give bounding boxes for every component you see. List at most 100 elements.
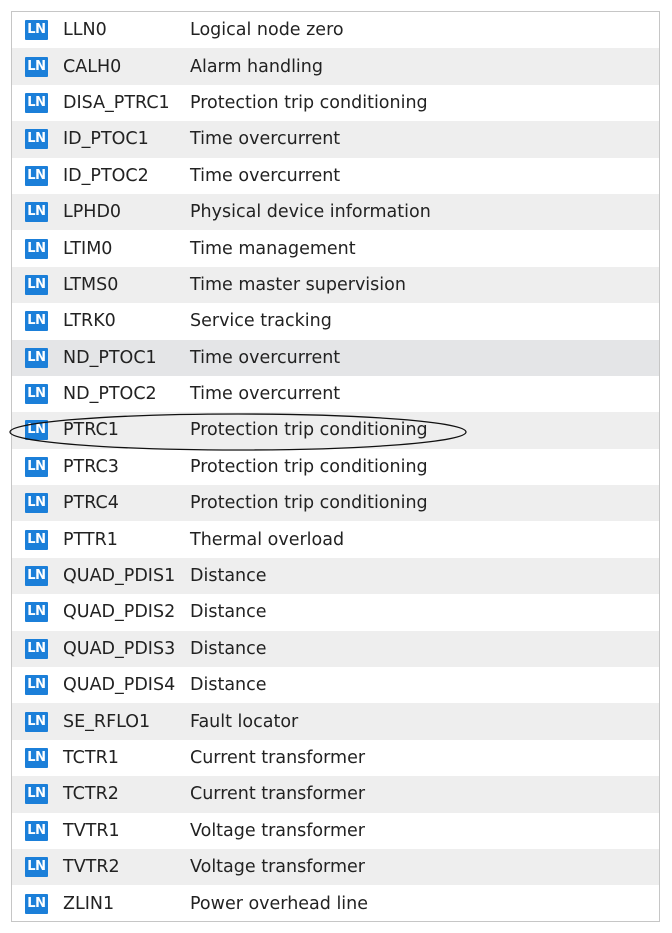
list-item[interactable]: LN TVTR2 Voltage transformer [12,848,659,886]
logical-node-icon: LN [25,384,48,405]
list-item[interactable]: LN QUAD_PDIS3 Distance [12,630,659,668]
node-name: QUAD_PDIS4 [63,675,176,696]
node-description: Current transformer [190,784,366,805]
node-name: ZLIN1 [63,893,115,914]
node-name: PTRC4 [63,493,119,514]
node-name: ID_PTOC1 [63,129,149,150]
list-item[interactable]: LN QUAD_PDIS4 Distance [12,667,659,703]
node-name: LTRK0 [63,311,116,332]
node-name: CALH0 [63,56,122,77]
node-description: Protection trip conditioning [190,456,428,477]
list-item[interactable]: LN ID_PTOC2 Time overcurrent [12,158,659,194]
node-description: Protection trip conditioning [190,92,428,113]
logical-node-icon: LN [25,202,48,223]
node-name: QUAD_PDIS2 [63,602,176,623]
logical-node-icon: LN [25,274,48,295]
logical-node-icon: LN [25,566,48,587]
node-name: TCTR1 [63,748,119,768]
node-description: Current transformer [190,748,366,768]
list-item[interactable]: LN LTRK0 Service tracking [12,303,659,339]
logical-node-icon: LN [25,784,48,805]
list-item[interactable]: LN TVTR1 Voltage transformer [12,813,659,849]
node-description: Service tracking [190,311,332,332]
node-description: Logical node zero [190,20,344,41]
node-description: Distance [190,566,267,587]
list-item[interactable]: LN ID_PTOC1 Time overcurrent [12,121,659,158]
node-description: Protection trip conditioning [190,493,428,514]
logical-node-icon: LN [25,92,48,113]
logical-node-icon: LN [25,20,48,41]
list-item[interactable]: LN ND_PTOC2 Time overcurrent [12,376,659,412]
logical-node-icon: LN [25,238,48,259]
logical-node-icon: LN [25,711,48,732]
logical-node-icon: LN [25,893,48,914]
list-item[interactable]: LN PTRC3 Protection trip conditioning [12,449,659,485]
logical-node-list: LN LLN0 Logical node zero LN CALH0 Alarm hand… [12,12,659,922]
node-name: TCTR2 [63,784,119,805]
node-name: SE_RFLO1 [63,711,151,732]
list-item[interactable]: LN LTIM0 Time management [12,230,659,266]
logical-node-icon: LN [25,456,48,477]
node-description: Time management [190,238,356,259]
list-item[interactable]: LN ZLIN1 Power overhead line [12,885,659,921]
logical-node-icon: LN [25,311,48,332]
node-name: LTMS0 [63,274,119,295]
node-name: LPHD0 [63,202,122,223]
logical-node-icon: LN [25,129,48,150]
logical-node-icon: LN [25,602,48,623]
node-name: DISA_PTRC1 [63,92,170,113]
node-description: Voltage transformer [190,857,365,878]
node-description: Protection trip conditioning [190,420,428,441]
logical-node-icon: LN [25,165,48,186]
node-description: Time overcurrent [190,165,341,186]
node-description: Alarm handling [190,56,323,77]
node-name: ND_PTOC2 [63,384,157,405]
node-description: Thermal overload [190,529,345,550]
logical-node-icon: LN [25,529,48,550]
list-item[interactable]: LN TCTR1 Current transformer [12,740,659,776]
node-description: Time overcurrent [190,347,341,368]
list-item[interactable]: LN TCTR2 Current transformer [12,776,659,813]
node-description: Distance [190,638,267,659]
node-name: PTRC1 [63,420,119,441]
node-description: Distance [190,675,267,696]
logical-node-icon: LN [25,56,48,77]
node-name: LTIM0 [63,238,113,259]
node-description: Fault locator [190,711,299,732]
node-name: PTTR1 [63,529,118,550]
list-item[interactable]: LN LLN0 Logical node zero [12,12,659,48]
list-item[interactable]: LN DISA_PTRC1 Protection trip conditioning [12,85,659,121]
node-name: ID_PTOC2 [63,165,149,186]
node-description: Time overcurrent [190,384,341,405]
list-item[interactable]: LN LPHD0 Physical device information [12,193,659,231]
node-name: LLN0 [63,20,107,41]
list-item[interactable]: LN PTTR1 Thermal overload [12,521,659,557]
node-name: PTRC3 [63,456,119,477]
node-name: QUAD_PDIS3 [63,638,176,659]
list-item[interactable]: LN QUAD_PDIS2 Distance [12,594,659,630]
logical-node-icon: LN [25,857,48,878]
list-item[interactable]: LN CALH0 Alarm handling [12,48,659,85]
list-item[interactable]: LN PTRC4 Protection trip conditioning [12,485,659,522]
logical-node-icon: LN [25,675,48,696]
node-name: TVTR1 [63,820,120,841]
logical-node-icon: LN [25,820,48,841]
node-description: Power overhead line [190,893,369,914]
list-item[interactable]: LN ND_PTOC1 Time overcurrent [12,339,659,376]
list-item[interactable]: LN QUAD_PDIS1 Distance [12,557,659,595]
logical-node-icon: LN [25,493,48,514]
list-item[interactable]: LN LTMS0 Time master supervision [12,266,659,304]
logical-node-icon: LN [25,748,48,768]
node-name: TVTR2 [63,857,120,878]
node-name: QUAD_PDIS1 [63,566,176,587]
node-description: Distance [190,602,267,623]
list-item[interactable]: LN SE_RFLO1 Fault locator [12,703,659,740]
node-description: Time overcurrent [190,129,341,150]
node-name: ND_PTOC1 [63,347,157,368]
logical-node-icon: LN [25,347,48,368]
node-description: Time master supervision [190,274,406,295]
node-description: Physical device information [190,202,431,223]
node-description: Voltage transformer [190,820,365,841]
logical-node-icon: LN [25,638,48,659]
list-item[interactable]: LN PTRC1 Protection trip conditioning [12,412,659,449]
